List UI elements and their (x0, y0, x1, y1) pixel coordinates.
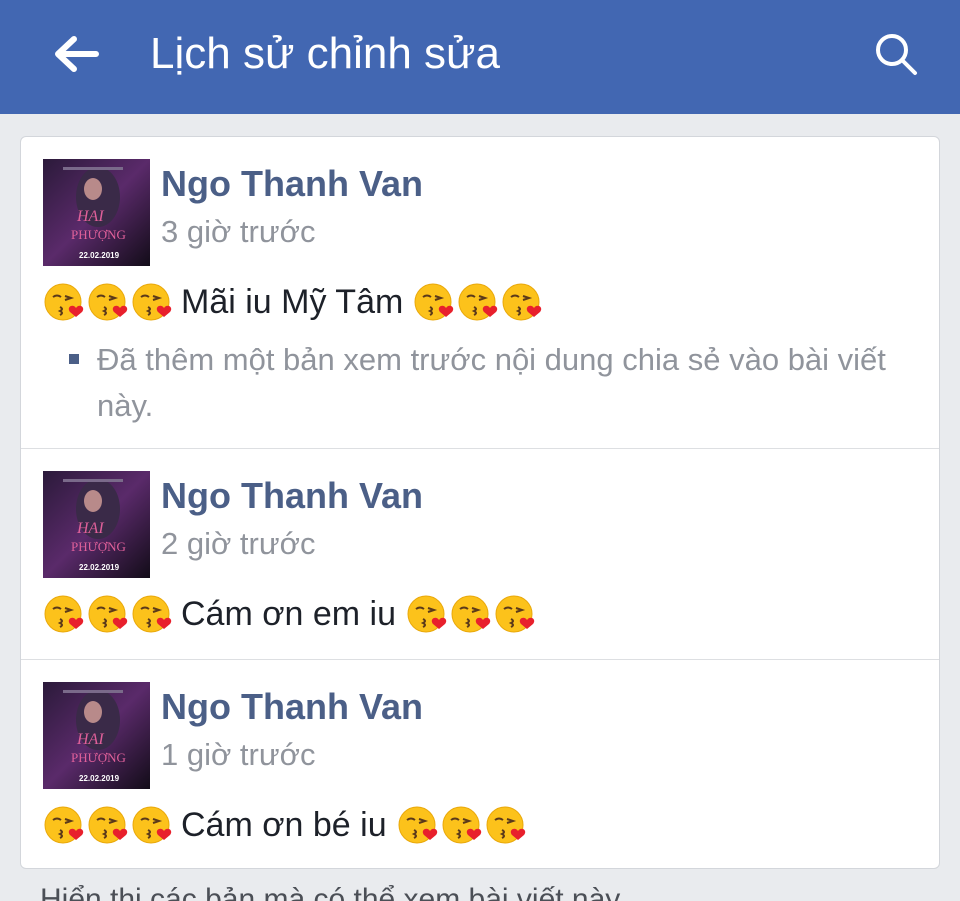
face-blowing-kiss-icon (406, 593, 448, 635)
avatar[interactable]: HAI PHƯỢNG 22.02.2019 (43, 682, 150, 789)
face-blowing-kiss-icon (450, 593, 492, 635)
svg-text:PHƯỢNG: PHƯỢNG (71, 539, 126, 554)
svg-text:22.02.2019: 22.02.2019 (79, 251, 120, 260)
bullet-icon (69, 354, 79, 364)
timestamp: 2 giờ trước (161, 526, 316, 561)
edit-note-text: Đã thêm một bản xem trước nội dung chia … (97, 342, 886, 423)
timestamp: 3 giờ trước (161, 214, 316, 249)
face-blowing-kiss-icon (397, 804, 439, 846)
page-title: Lịch sử chỉnh sửa (150, 29, 500, 78)
poster-image: HAI PHƯỢNG 22.02.2019 (43, 471, 150, 578)
face-blowing-kiss-icon (43, 593, 85, 635)
top-app-bar: Lịch sử chỉnh sửa (0, 0, 960, 114)
face-blowing-kiss-icon (485, 804, 527, 846)
edit-note: Đã thêm một bản xem trước nội dung chia … (69, 337, 919, 429)
search-button[interactable] (868, 28, 924, 80)
avatar[interactable]: HAI PHƯỢNG 22.02.2019 (43, 159, 150, 266)
svg-text:22.02.2019: 22.02.2019 (79, 774, 120, 783)
svg-text:HAI: HAI (76, 520, 104, 537)
edit-entry: HAI PHƯỢNG 22.02.2019 Ngo Thanh Van 2 gi… (21, 448, 939, 659)
edit-entry: HAI PHƯỢNG 22.02.2019 Ngo Thanh Van 3 gi… (21, 137, 939, 448)
face-blowing-kiss-icon (501, 281, 543, 323)
edit-history-card: HAI PHƯỢNG 22.02.2019 Ngo Thanh Van 3 gi… (20, 136, 940, 869)
poster-image: HAI PHƯỢNG 22.02.2019 (43, 682, 150, 789)
post-text-content: Cám ơn em iu (181, 594, 397, 633)
poster-image: HAI PHƯỢNG 22.02.2019 (43, 159, 150, 266)
face-blowing-kiss-icon (87, 804, 129, 846)
face-blowing-kiss-icon (87, 281, 129, 323)
svg-text:PHƯỢNG: PHƯỢNG (71, 750, 126, 765)
post-text: Mãi iu Mỹ Tâm (43, 277, 545, 327)
face-blowing-kiss-icon (441, 804, 483, 846)
svg-text:HAI: HAI (76, 208, 104, 225)
svg-text:PHƯỢNG: PHƯỢNG (71, 227, 126, 242)
face-blowing-kiss-icon (43, 281, 85, 323)
face-blowing-kiss-icon (131, 804, 173, 846)
svg-text:22.02.2019: 22.02.2019 (79, 563, 120, 572)
post-text-content: Cám ơn bé iu (181, 805, 387, 844)
face-blowing-kiss-icon (494, 593, 536, 635)
post-text-content: Mãi iu Mỹ Tâm (181, 282, 404, 321)
timestamp: 1 giờ trước (161, 737, 316, 772)
face-blowing-kiss-icon (413, 281, 455, 323)
arrow-left-icon (55, 36, 99, 72)
author-name[interactable]: Ngo Thanh Van (161, 686, 423, 728)
post-text: Cám ơn em iu (43, 589, 538, 639)
author-name[interactable]: Ngo Thanh Van (161, 163, 423, 205)
face-blowing-kiss-icon (43, 804, 85, 846)
avatar[interactable]: HAI PHƯỢNG 22.02.2019 (43, 471, 150, 578)
face-blowing-kiss-icon (131, 281, 173, 323)
svg-text:HAI: HAI (76, 731, 104, 748)
face-blowing-kiss-icon (457, 281, 499, 323)
search-icon (876, 34, 917, 75)
face-blowing-kiss-icon (131, 593, 173, 635)
edit-entry: HAI PHƯỢNG 22.02.2019 Ngo Thanh Van 1 gi… (21, 659, 939, 868)
author-name[interactable]: Ngo Thanh Van (161, 475, 423, 517)
face-blowing-kiss-icon (87, 593, 129, 635)
back-button[interactable] (50, 30, 102, 78)
post-text: Cám ơn bé iu (43, 800, 529, 850)
footer-text: Hiển thị các bản mà có thể xem bài viết … (40, 883, 621, 901)
